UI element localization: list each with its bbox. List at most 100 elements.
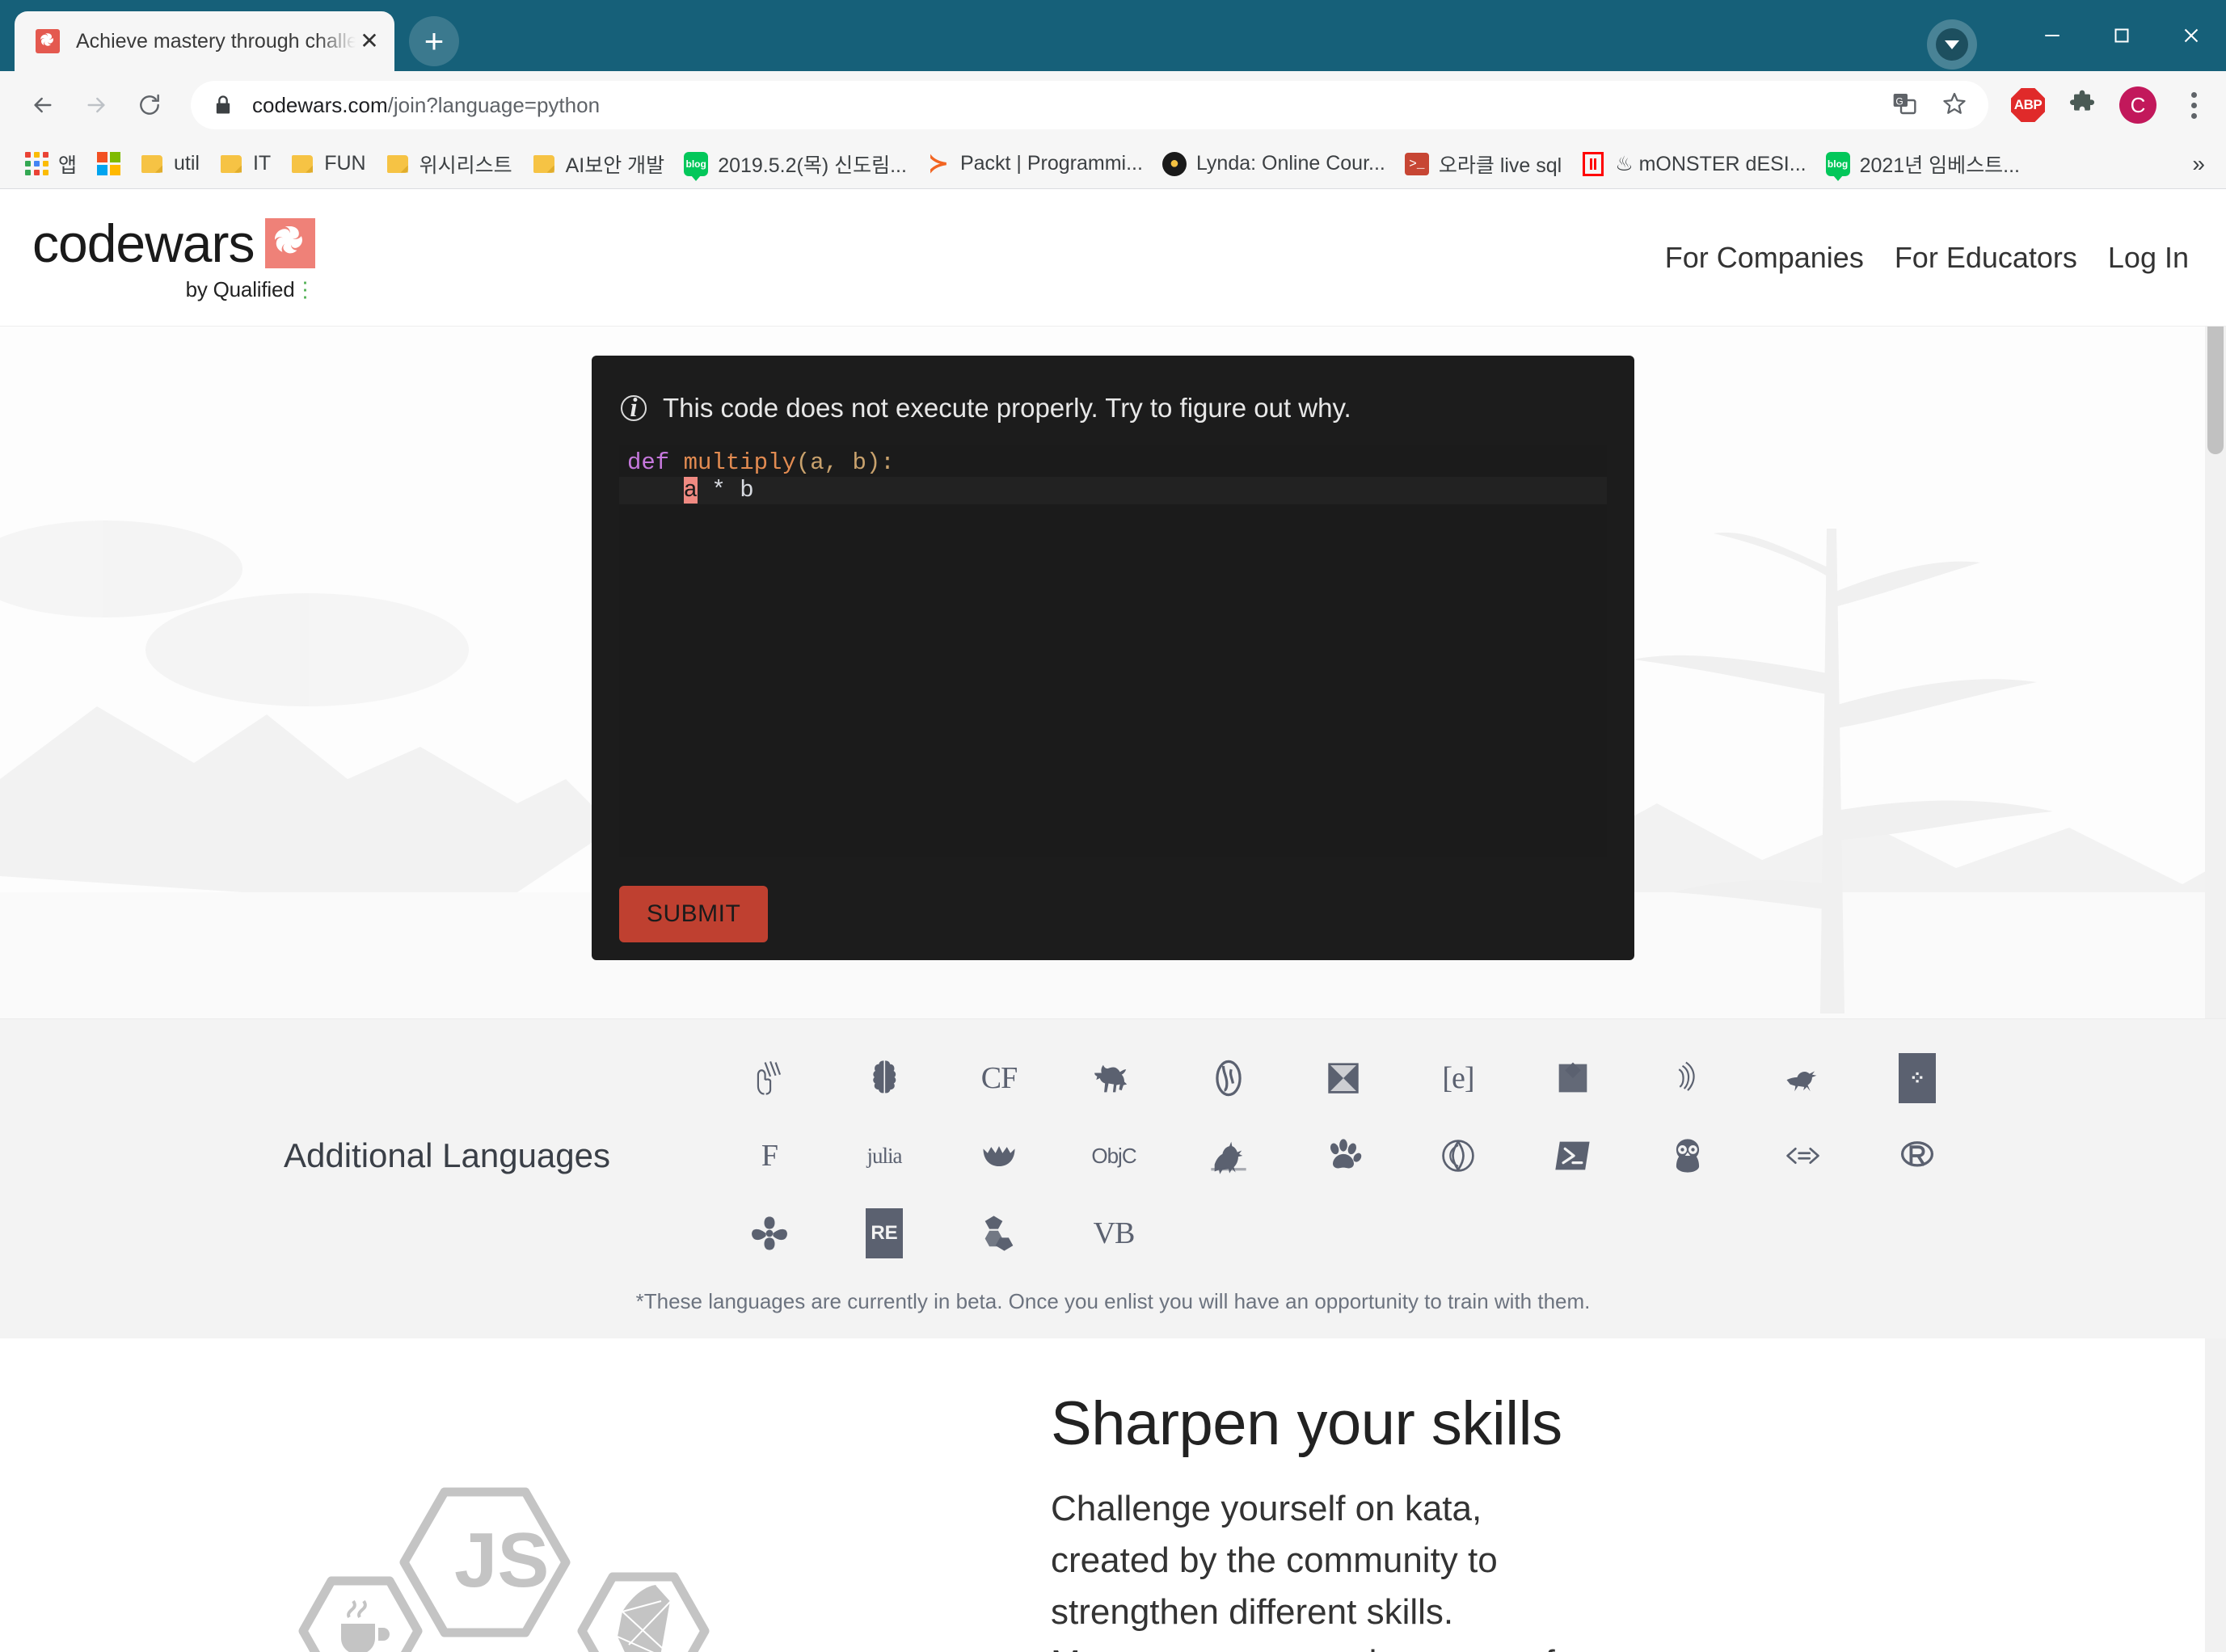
bookmark-naver-blog-1[interactable]: blog 2019.5.2(목) 신도림... [674,145,917,183]
code-line-2: a * b [619,477,1607,504]
code-editor-card: i This code does not execute properly. T… [592,356,1634,960]
logo-tagline-text: by Qualified [185,277,295,301]
code-args: (a, b): [795,449,895,476]
bookmark-ai-security[interactable]: AI보안 개발 [522,145,675,183]
translate-icon[interactable]: G [1891,91,1917,120]
adblock-plus-icon[interactable]: ABP [2011,88,2045,122]
elm-icon[interactable] [1516,1048,1630,1108]
bookmark-label: 앱 [58,154,78,177]
forward-icon[interactable] [70,78,123,132]
extensions-puzzle-icon[interactable] [2066,89,2098,121]
bookmark-oracle-live-sql[interactable]: >_ 오라클 live sql [1395,145,1571,183]
bookmark-util[interactable]: util [130,145,209,183]
chrome-profile-chip[interactable] [1927,19,1977,70]
objectivec-icon[interactable]: ObjC [1056,1126,1171,1186]
bookmark-microsoft[interactable] [86,145,130,183]
bookmark-fun[interactable]: FUN [280,145,375,183]
bookmark-packt[interactable]: ≻ Packt | Programmi... [917,145,1153,183]
bookmark-wishlist[interactable]: 위시리스트 [376,145,522,183]
info-icon: i [621,394,647,423]
tab-close-icon[interactable]: ✕ [356,27,383,55]
folder-icon [140,152,164,176]
new-tab-button[interactable]: + [409,16,459,66]
code-function-name: multiply [683,449,796,476]
cobol-bull-icon[interactable] [1056,1048,1171,1108]
browser-tab[interactable]: Achieve mastery through challe ✕ [15,11,394,71]
profile-avatar[interactable]: C [2119,86,2156,124]
reason-label: RE [866,1208,903,1258]
bookmarks-overflow-icon[interactable]: » [2192,151,2211,177]
site-header: codewars by Qualified⋮ For Companies For… [0,189,2226,327]
purescript-icon[interactable] [1745,1126,1860,1186]
elixir-icon[interactable]: [e] [1401,1048,1516,1108]
bf-brain-icon[interactable] [827,1048,942,1108]
code-input[interactable]: def multiply(a, b): a * b [619,445,1607,857]
r-icon[interactable] [1860,1126,1975,1186]
packt-icon: ≻ [928,150,949,177]
sharpen-heading: Sharpen your skills [1051,1389,1562,1458]
bookmark-label: 2019.5.2(목) 신도림... [718,154,907,177]
fortran-label: F [761,1139,778,1173]
nim-crown-icon[interactable] [942,1126,1056,1186]
address-bar[interactable]: codewars.com/join?language=python G [191,81,1988,129]
coldfusion-label: CF [980,1061,1018,1095]
solidity-icon[interactable] [942,1203,1056,1263]
elixir-label: [e] [1442,1061,1474,1095]
close-icon[interactable] [2156,0,2226,71]
bookmark-label: IT [252,152,272,175]
forth-label: ⁘ [1899,1053,1936,1103]
logo-tagline: by Qualified⋮ [186,277,316,302]
naver-blog-icon: blog [684,151,709,181]
erlang-icon[interactable] [1630,1048,1745,1108]
bookmark-naver-blog-2[interactable]: blog 2021년 임베스트... [1816,145,2030,183]
bookmark-label: FUN [324,152,366,175]
julia-icon[interactable]: julia [827,1126,942,1186]
oracle-terminal-icon: >_ [1404,152,1429,176]
prolog-owl-icon[interactable] [1630,1126,1745,1186]
racket-icon[interactable] [712,1203,827,1263]
lynda-icon: ● [1161,151,1187,176]
vb-label: VB [1093,1216,1136,1250]
perl-camel-icon[interactable] [1171,1126,1286,1186]
nav-for-educators[interactable]: For Educators [1895,241,2077,275]
powershell-icon[interactable] [1516,1126,1630,1186]
site-logo[interactable]: codewars by Qualified⋮ [32,213,316,302]
minimize-icon[interactable] [2017,0,2087,71]
svg-text:JS: JS [454,1517,549,1604]
monster-icon [1581,151,1605,176]
folder-icon [532,152,556,176]
bookmark-apps[interactable]: 앱 [15,145,86,183]
maximize-icon[interactable] [2087,0,2156,71]
factor-raptor-icon[interactable] [1745,1048,1860,1108]
nav-log-in[interactable]: Log In [2108,241,2189,275]
coldfusion-icon[interactable]: CF [942,1048,1056,1108]
page-scrollbar[interactable]: ▲ [2205,189,2226,1652]
bookmark-monster-design[interactable]: ♨ mONSTER dESI... [1571,145,1815,183]
reload-icon[interactable] [123,78,176,132]
bookmark-lynda[interactable]: ● Lynda: Online Cour... [1153,145,1395,183]
svg-text:G: G [1895,95,1903,107]
fortran-icon[interactable]: F [712,1126,827,1186]
submit-button[interactable]: SUBMIT [619,886,769,942]
naver-blog-icon: blog [1825,151,1850,181]
go-paw-icon[interactable] [1286,1126,1401,1186]
perl6-butterfly-icon[interactable] [1401,1126,1516,1186]
vb-icon[interactable]: VB [1056,1203,1171,1263]
nav-for-companies[interactable]: For Companies [1665,241,1864,275]
editor-message: i This code does not execute properly. T… [619,383,1607,438]
forth-icon[interactable]: ⁘ [1860,1048,1975,1108]
bookmark-it[interactable]: IT [209,145,280,183]
folder-icon [386,152,410,176]
codewars-logo-icon [36,29,60,53]
chrome-menu-icon[interactable] [2178,91,2210,119]
bookmark-star-icon[interactable] [1941,91,1967,120]
codewars-logo-icon [265,218,316,268]
commonlisp-icon[interactable] [1171,1048,1286,1108]
bookmarks-bar: 앱 util IT FUN 위시리스트 AI보안 개발 blog 2019.5.… [0,139,2226,189]
reason-icon[interactable]: RE [827,1203,942,1263]
crystal-icon[interactable] [1286,1048,1401,1108]
ada-icon[interactable] [712,1048,827,1108]
objc-label: ObjC [1091,1143,1136,1168]
back-icon[interactable] [16,78,70,132]
bookmark-label: ♨ mONSTER dESI... [1615,152,1807,175]
